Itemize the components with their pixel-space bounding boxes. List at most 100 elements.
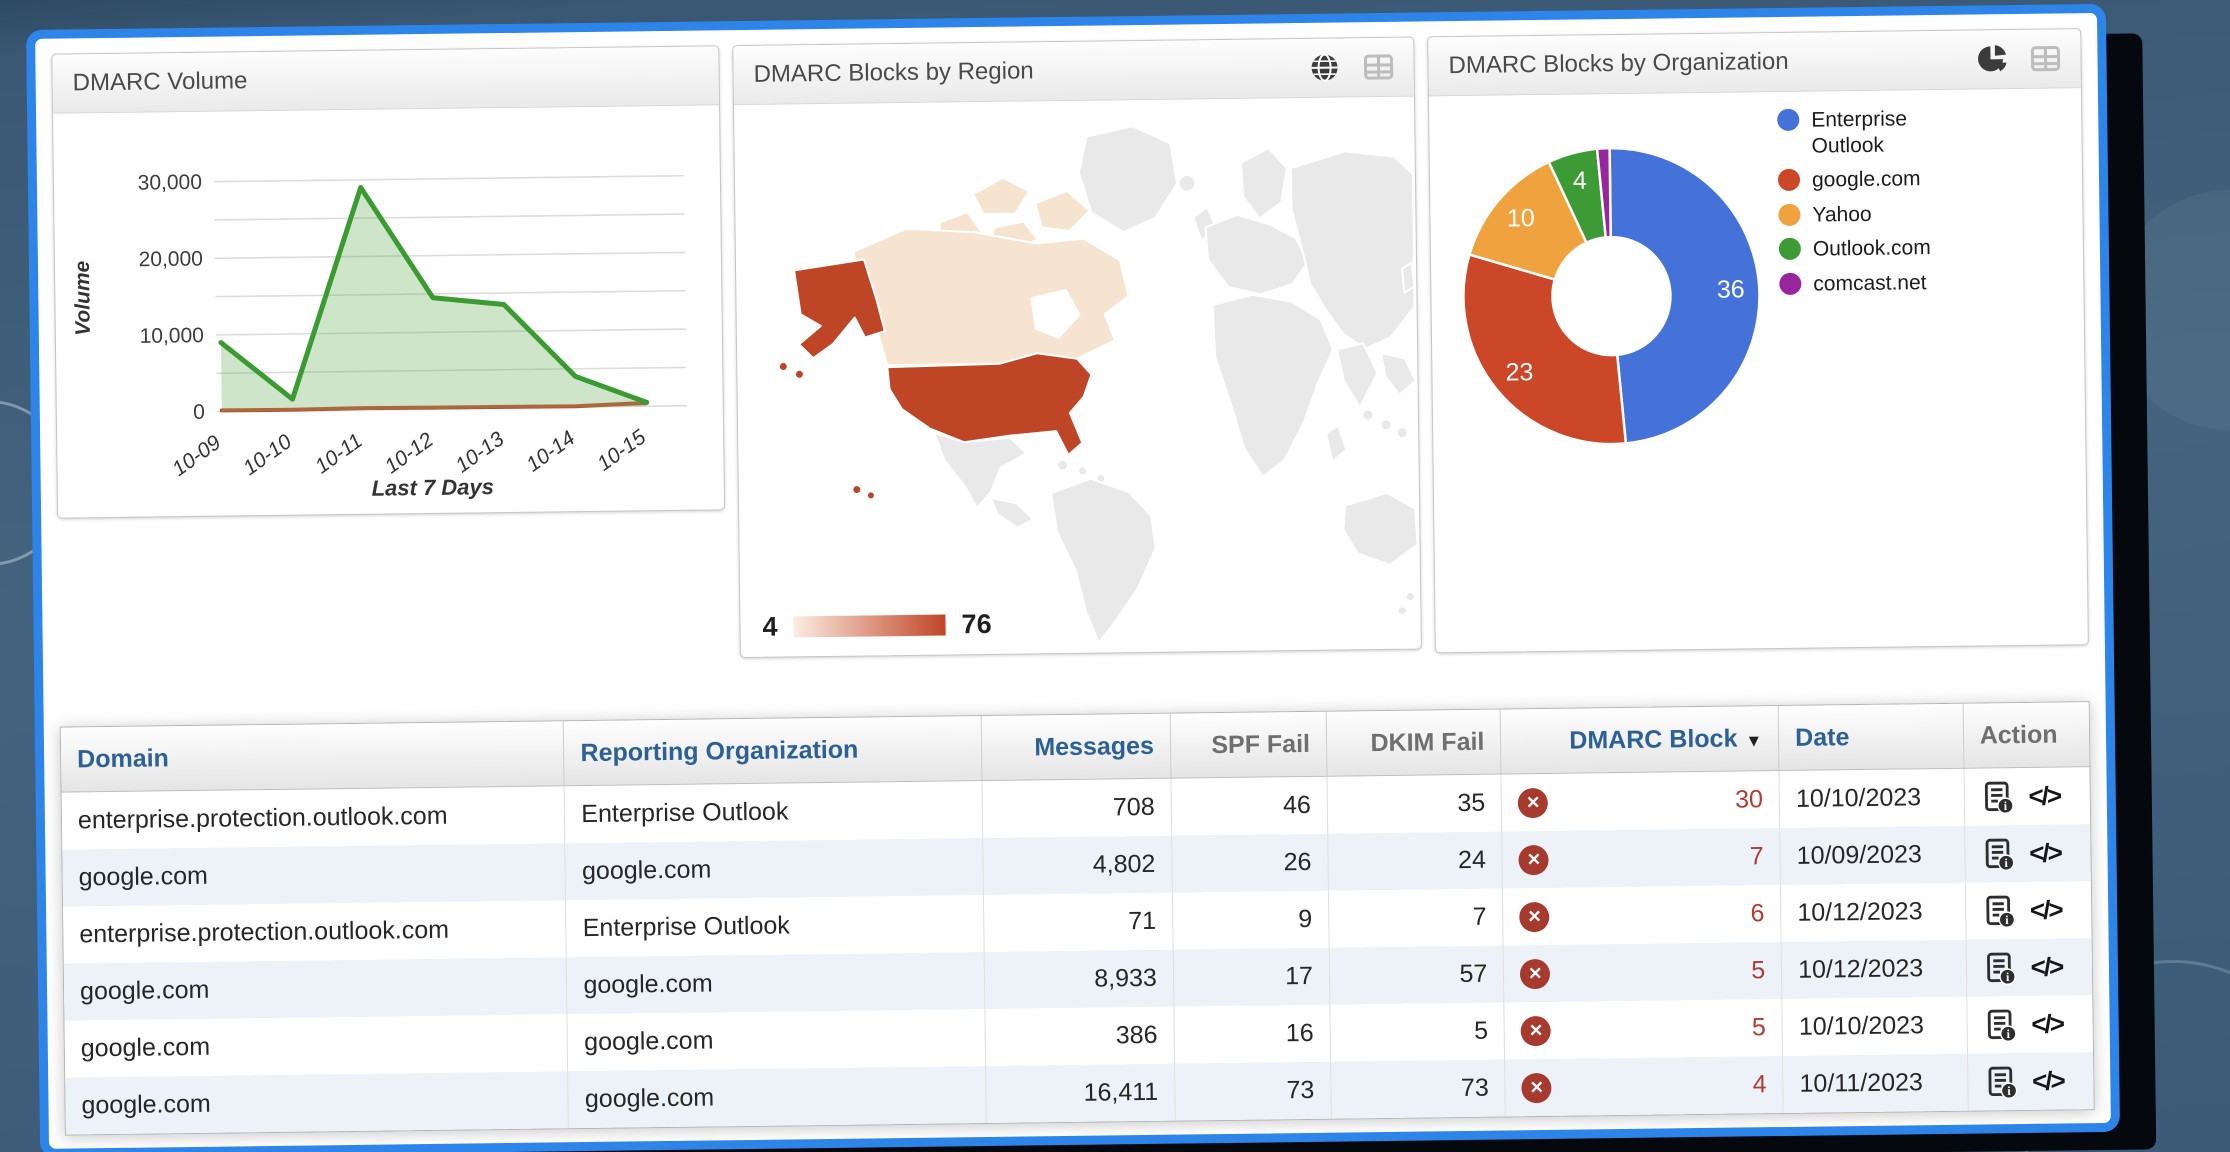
cell-dkim: 35: [1327, 774, 1502, 834]
cell-date: 10/10/2023: [1779, 768, 1964, 828]
column-header-domain[interactable]: Domain: [61, 721, 565, 792]
report-detail-icon[interactable]: i: [1981, 837, 2015, 871]
globe-icon[interactable]: [1309, 52, 1339, 82]
view-xml-icon[interactable]: </>: [2029, 837, 2061, 868]
map-color-legend: 4 76: [762, 609, 991, 643]
svg-text:23: 23: [1505, 358, 1533, 386]
dmarc-block-count: 30: [1735, 785, 1763, 814]
legend-min-value: 4: [762, 612, 777, 643]
svg-text:10-15: 10-15: [593, 425, 650, 475]
view-xml-icon[interactable]: </>: [2032, 1065, 2064, 1096]
svg-text:10-09: 10-09: [168, 431, 225, 481]
table-view-icon[interactable]: [2030, 43, 2060, 73]
cell-messages: 8,933: [984, 950, 1173, 1009]
cell-messages: 16,411: [986, 1064, 1175, 1123]
dmarc-block-status-icon: ✕: [1520, 958, 1550, 988]
report-detail-icon[interactable]: i: [1984, 1065, 2018, 1099]
dmarc-block-count: 5: [1751, 956, 1765, 985]
dmarc-block-status-icon: ✕: [1522, 1072, 1552, 1102]
panel-view-toggles: [1309, 52, 1393, 83]
legend-label: Enterprise Outlook: [1811, 106, 1934, 159]
slide-background: DMARC Volume 010,00020,00030,000Volume10…: [0, 0, 2230, 1152]
column-header-dmarc[interactable]: DMARC Block▼: [1500, 706, 1779, 774]
cell-spf: 16: [1174, 1005, 1331, 1064]
legend-color-dot: [1778, 169, 1800, 191]
legend-label: comcast.net: [1813, 270, 1927, 297]
pie-chart-icon[interactable]: [1976, 44, 2006, 74]
cell-dkim: 73: [1331, 1059, 1506, 1118]
svg-text:4: 4: [1573, 167, 1587, 195]
view-xml-icon[interactable]: </>: [2031, 1008, 2063, 1039]
svg-text:10: 10: [1507, 204, 1535, 232]
legend-item-yahoo: Yahoo: [1778, 199, 2088, 229]
cell-spf: 17: [1173, 948, 1330, 1007]
legend-color-dot: [1777, 109, 1799, 131]
column-header-dkim[interactable]: DKIM Fail: [1326, 710, 1501, 777]
svg-text:10-10: 10-10: [239, 430, 296, 480]
panel-dmarc-blocks-by-organization: DMARC Blocks by Organization: [1427, 28, 2089, 653]
svg-text:30,000: 30,000: [138, 171, 203, 195]
region-map-body: 4 76: [734, 97, 1421, 658]
dmarc-block-count: 6: [1750, 899, 1764, 928]
svg-text:20,000: 20,000: [139, 247, 204, 271]
panel-title: DMARC Blocks by Region: [753, 57, 1033, 89]
volume-area-chart: 010,00020,00030,000Volume10-0910-1010-11…: [53, 105, 722, 517]
cell-action: i </>: [1964, 767, 2090, 826]
table-view-icon[interactable]: [1363, 52, 1393, 82]
legend-max-value: 76: [961, 609, 991, 640]
background-circle-decoration: [2110, 190, 2230, 430]
cell-spf: 46: [1171, 776, 1328, 835]
cell-spf: 26: [1172, 834, 1329, 893]
column-header-messages[interactable]: Messages: [981, 714, 1170, 781]
cell-dmarc: ✕ 6: [1503, 885, 1782, 945]
column-header-spf[interactable]: SPF Fail: [1170, 712, 1327, 778]
dmarc-report-table-container: DomainReporting OrganizationMessagesSPF …: [60, 701, 2095, 1135]
cell-messages: 386: [985, 1007, 1174, 1066]
svg-text:Last 7 Days: Last 7 Days: [371, 474, 494, 501]
dmarc-report-table: DomainReporting OrganizationMessagesSPF …: [61, 702, 2094, 1134]
cell-messages: 71: [984, 893, 1173, 952]
cell-dmarc: ✕ 5: [1503, 942, 1782, 1002]
report-detail-icon[interactable]: i: [1980, 780, 2014, 814]
world-choropleth-map: [734, 97, 1419, 657]
donut-legend: Enterprise Outlook google.com Yahoo Outlook…: [1777, 104, 2089, 298]
cell-action: i </>: [1964, 824, 2090, 883]
cell-dkim: 7: [1328, 889, 1503, 948]
report-detail-icon[interactable]: i: [1983, 1008, 2017, 1042]
cell-action: i </>: [1965, 881, 2091, 940]
panel-title: DMARC Blocks by Organization: [1448, 48, 1788, 80]
donut-slice-1: [1463, 253, 1626, 446]
dmarc-block-status-icon: ✕: [1519, 901, 1549, 931]
panel-title: DMARC Volume: [72, 67, 247, 97]
legend-label: google.com: [1812, 166, 1921, 193]
report-detail-icon[interactable]: i: [1982, 894, 2016, 928]
cell-dkim: 5: [1330, 1003, 1505, 1062]
cell-action: i </>: [1967, 995, 2093, 1054]
cell-org: google.com: [567, 1009, 985, 1071]
volume-chart-body: 010,00020,00030,000Volume10-0910-1010-11…: [53, 105, 724, 517]
svg-text:36: 36: [1717, 275, 1745, 303]
legend-item-outlook-com: Outlook.com: [1779, 234, 2089, 264]
sort-desc-icon: ▼: [1745, 731, 1762, 750]
panel-dmarc-volume: DMARC Volume 010,00020,00030,000Volume10…: [51, 45, 725, 518]
dmarc-block-status-icon: ✕: [1518, 787, 1548, 817]
report-detail-icon[interactable]: i: [1982, 951, 2016, 985]
view-xml-icon[interactable]: </>: [2028, 781, 2060, 812]
view-xml-icon[interactable]: </>: [2030, 951, 2062, 982]
legend-item-enterprise-outlook: Enterprise Outlook: [1777, 104, 2088, 159]
cell-org: google.com: [567, 952, 985, 1014]
dmarc-block-status-icon: ✕: [1519, 844, 1549, 874]
view-xml-icon[interactable]: </>: [2030, 894, 2062, 925]
column-header-org[interactable]: Reporting Organization: [564, 716, 983, 786]
cell-domain: google.com: [62, 843, 566, 906]
column-header-action[interactable]: Action: [1963, 702, 2090, 768]
cell-dmarc: ✕ 4: [1505, 1056, 1784, 1116]
cell-dkim: 57: [1329, 946, 1504, 1005]
legend-color-dot: [1779, 238, 1801, 260]
cell-date: 10/12/2023: [1781, 940, 1966, 999]
column-header-date[interactable]: Date: [1778, 704, 1963, 771]
cell-dmarc: ✕ 5: [1504, 999, 1783, 1059]
legend-item-comcast-net: comcast.net: [1779, 268, 2089, 298]
legend-color-dot: [1778, 204, 1800, 226]
dashboard-content: DMARC Volume 010,00020,00030,000Volume10…: [35, 13, 2111, 1149]
